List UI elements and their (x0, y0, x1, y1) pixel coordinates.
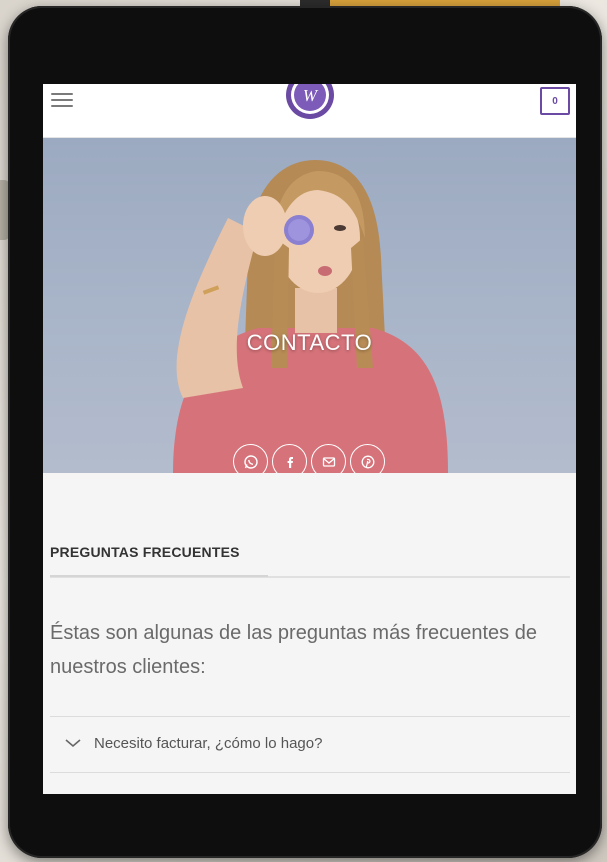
hero-banner: CONTACTO (43, 138, 576, 473)
cart-count: 0 (552, 95, 558, 107)
whatsapp-button[interactable] (233, 444, 268, 473)
cart-button[interactable]: 0 (540, 87, 570, 115)
logo-letter: W (303, 86, 319, 105)
pinterest-icon (361, 455, 374, 468)
tablet-frame: W 0 CONTACTO PREGUNTAS FRECUENTES Éstas … (8, 6, 602, 858)
whatsapp-icon (243, 454, 258, 469)
email-button[interactable] (311, 444, 346, 473)
hero-title: CONTACTO (246, 330, 373, 355)
faq-item[interactable]: Necesito facturar, ¿cómo lo hago? (50, 716, 570, 772)
faq-question: Necesito facturar, ¿cómo lo hago? (94, 735, 323, 752)
brand-logo[interactable]: W (283, 84, 337, 122)
faq-heading: PREGUNTAS FRECUENTES (50, 544, 240, 560)
faq-item[interactable] (50, 772, 570, 794)
email-icon (322, 456, 335, 467)
hero-photo (173, 160, 448, 473)
faq-intro: Éstas son algunas de las preguntas más f… (50, 622, 537, 678)
facebook-icon (287, 456, 293, 468)
chevron-down-icon (65, 739, 81, 748)
divider-accent (50, 575, 268, 577)
hamburger-menu-icon[interactable] (51, 91, 73, 109)
facebook-button[interactable] (272, 444, 307, 473)
social-links (233, 444, 385, 473)
pinterest-button[interactable] (350, 444, 385, 473)
screen: W 0 CONTACTO PREGUNTAS FRECUENTES Éstas … (43, 84, 576, 794)
site-header: W 0 (43, 84, 576, 138)
